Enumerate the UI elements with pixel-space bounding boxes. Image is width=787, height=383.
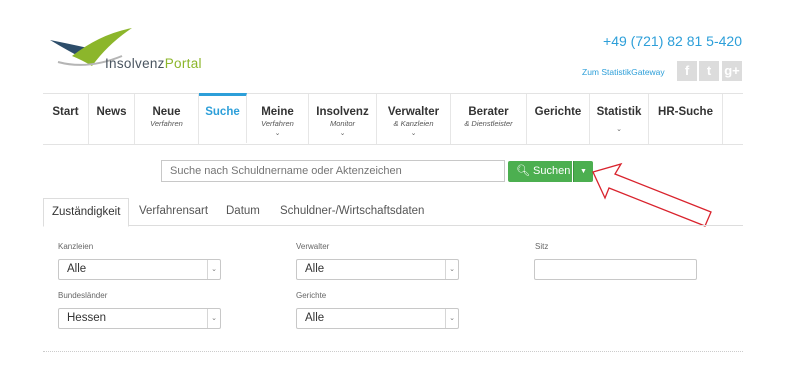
nav-item-statistik[interactable]: Statistik ⌄: [590, 94, 649, 144]
nav-label: HR-Suche: [658, 106, 713, 118]
nav-item-gerichte[interactable]: Gerichte: [527, 94, 590, 144]
search-icon: 🔍︎: [516, 165, 530, 177]
search-filter-tabs: Zuständigkeit Verfahrensart Datum Schuld…: [43, 198, 743, 227]
nav-label: News: [96, 106, 127, 118]
sitz-label: Sitz: [535, 242, 549, 251]
insolvenzportal-logo[interactable]: InsolvenzPortal: [48, 26, 208, 76]
phone-number[interactable]: +49 (721) 82 81 5-420: [603, 33, 742, 49]
nav-label: Statistik: [596, 106, 642, 118]
gerichte-label: Gerichte: [296, 291, 327, 300]
nav-label: Insolvenz: [316, 106, 369, 118]
nav-label: Verwalter: [387, 106, 440, 118]
chevron-down-icon: ⌄: [207, 260, 220, 279]
chevron-down-icon: ⌄: [207, 309, 220, 328]
chevron-down-icon: ⌄: [274, 130, 281, 137]
nav-label: Suche: [205, 106, 240, 118]
nav-item-meine-verfahren[interactable]: Meine Verfahren ⌄: [247, 94, 309, 144]
logo-text-insolvenz: Insolvenz: [105, 56, 165, 71]
kanzleien-value: Alle: [67, 263, 87, 275]
nav-label: Neue: [152, 106, 181, 118]
nav-sublabel: Verfahren: [261, 119, 294, 128]
twitter-icon[interactable]: t: [699, 61, 719, 81]
verwalter-value: Alle: [305, 263, 325, 275]
nav-label: Gerichte: [534, 106, 582, 118]
googleplus-icon[interactable]: g+: [722, 61, 742, 81]
verwalter-label: Verwalter: [296, 242, 330, 251]
nav-sublabel: & Kanzleien: [393, 119, 434, 128]
nav-item-neue-verfahren[interactable]: Neue Verfahren: [135, 94, 199, 144]
bundeslaender-select[interactable]: Hessen ⌄: [58, 308, 221, 329]
statistik-gateway-link[interactable]: Zum StatistikGateway: [582, 67, 665, 77]
search-button-label: Suchen: [533, 165, 571, 177]
nav-sublabel: Monitor: [329, 119, 355, 128]
nav-sublabel: Verfahren: [150, 119, 183, 128]
search-button[interactable]: 🔍︎ Suchen: [508, 161, 572, 182]
gerichte-value: Alle: [305, 312, 325, 324]
nav-label: Start: [52, 106, 79, 118]
nav-sublabel: & Dienstleister: [464, 119, 513, 128]
section-divider: [43, 351, 743, 352]
nav-item-start[interactable]: Start: [43, 94, 89, 144]
nav-item-berater[interactable]: Berater & Dienstleister: [451, 94, 527, 144]
chevron-down-icon: ⌄: [339, 130, 346, 137]
logo-text-portal: Portal: [164, 56, 202, 71]
tab-zustaendigkeit[interactable]: Zuständigkeit: [43, 198, 130, 227]
bundeslaender-label: Bundesländer: [58, 291, 108, 300]
nav-item-insolvenz-monitor[interactable]: Insolvenz Monitor ⌄: [309, 94, 377, 144]
facebook-icon[interactable]: f: [677, 61, 697, 81]
tab-schuldner-wirtschaftsdaten[interactable]: Schuldner-/Wirtschaftsdaten: [272, 198, 432, 226]
nav-item-hr-suche[interactable]: HR-Suche: [649, 94, 723, 144]
nav-item-suche[interactable]: Suche: [199, 93, 247, 143]
nav-label: Berater: [468, 106, 509, 118]
logo-wordmark: InsolvenzPortal: [105, 56, 202, 71]
search-input[interactable]: [161, 160, 505, 182]
nav-item-verwalter[interactable]: Verwalter & Kanzleien ⌄: [377, 94, 451, 144]
nav-item-news[interactable]: News: [89, 94, 135, 144]
kanzleien-select[interactable]: Alle ⌄: [58, 259, 221, 280]
verwalter-select[interactable]: Alle ⌄: [296, 259, 459, 280]
chevron-down-icon: ⌄: [616, 126, 622, 133]
nav-label: Meine: [261, 106, 294, 118]
tab-datum[interactable]: Datum: [218, 198, 268, 226]
chevron-down-icon: ⌄: [445, 260, 458, 279]
bundeslaender-value: Hessen: [67, 312, 106, 324]
tab-verfahrensart[interactable]: Verfahrensart: [131, 198, 216, 226]
sitz-input[interactable]: [534, 259, 697, 280]
kanzleien-label: Kanzleien: [58, 242, 94, 251]
gerichte-select[interactable]: Alle ⌄: [296, 308, 459, 329]
main-navigation: Start News Neue Verfahren Suche Meine Ve…: [43, 93, 743, 145]
chevron-down-icon: ⌄: [410, 130, 417, 137]
chevron-down-icon: ⌄: [445, 309, 458, 328]
